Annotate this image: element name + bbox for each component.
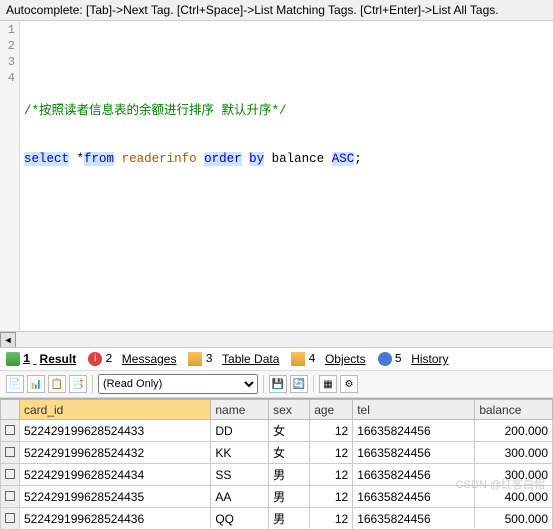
scroll-left-icon[interactable]: ◄ bbox=[0, 332, 16, 348]
grid-icon bbox=[6, 352, 20, 366]
watermark: CSDN @红客白帽 bbox=[456, 476, 545, 492]
filter-button[interactable]: ▦ bbox=[319, 375, 337, 393]
line-gutter: 1 2 3 4 bbox=[0, 21, 20, 331]
row-selector[interactable] bbox=[1, 464, 20, 486]
tab-messages[interactable]: i 2 Messages bbox=[88, 352, 176, 366]
header-row: card_id name sex age tel balance bbox=[1, 400, 553, 420]
col-name[interactable]: name bbox=[211, 400, 269, 420]
refresh-button[interactable]: 🔄 bbox=[290, 375, 308, 393]
copy-grid-button[interactable]: 📑 bbox=[69, 375, 87, 393]
col-sex[interactable]: sex bbox=[269, 400, 310, 420]
row-selector[interactable] bbox=[1, 442, 20, 464]
col-card_id[interactable]: card_id bbox=[20, 400, 211, 420]
objects-icon bbox=[291, 352, 305, 366]
row-selector[interactable] bbox=[1, 508, 20, 530]
separator bbox=[92, 375, 93, 393]
export-csv-button[interactable]: 📊 bbox=[27, 375, 45, 393]
editor-hscrollbar[interactable]: ◄ bbox=[0, 331, 553, 347]
table-row[interactable]: 522429199628524433DD女1216635824456200.00… bbox=[1, 420, 553, 442]
col-tel[interactable]: tel bbox=[353, 400, 475, 420]
info-icon: i bbox=[88, 352, 102, 366]
col-age[interactable]: age bbox=[310, 400, 353, 420]
sql-editor[interactable]: 1 2 3 4 /*按照读者信息表的余额进行排序 默认升序*/ select *… bbox=[0, 21, 553, 331]
table-row[interactable]: 522429199628524436QQ男1216635824456500.00… bbox=[1, 508, 553, 530]
save-button[interactable]: 💾 bbox=[269, 375, 287, 393]
tab-tabledata[interactable]: 3 Table Data bbox=[188, 352, 279, 366]
autocomplete-hint: Autocomplete: [Tab]->Next Tag. [Ctrl+Spa… bbox=[0, 0, 553, 21]
separator bbox=[263, 375, 264, 393]
separator bbox=[313, 375, 314, 393]
row-selector[interactable] bbox=[1, 486, 20, 508]
copy-button[interactable]: 📋 bbox=[48, 375, 66, 393]
sort-button[interactable]: ⚙ bbox=[340, 375, 358, 393]
grid-toolbar: 📄 📊 📋 📑 (Read Only) 💾 🔄 ▦ ⚙ bbox=[0, 370, 553, 398]
sql-comment: /*按照读者信息表的余额进行排序 默认升序*/ bbox=[24, 104, 287, 118]
result-grid[interactable]: card_id name sex age tel balance 5224291… bbox=[0, 398, 553, 530]
corner-cell bbox=[1, 400, 20, 420]
result-tabs: 1 Result i 2 Messages 3 Table Data 4 Obj… bbox=[0, 347, 553, 370]
table-row[interactable]: 522429199628524432KK女1216635824456300.00… bbox=[1, 442, 553, 464]
table-icon bbox=[188, 352, 202, 366]
code-area[interactable]: /*按照读者信息表的余额进行排序 默认升序*/ select *from rea… bbox=[20, 21, 553, 331]
col-balance[interactable]: balance bbox=[475, 400, 553, 420]
history-icon bbox=[378, 352, 392, 366]
edit-mode-select[interactable]: (Read Only) bbox=[98, 374, 258, 394]
export-button[interactable]: 📄 bbox=[6, 375, 24, 393]
tab-objects[interactable]: 4 Objects bbox=[291, 352, 365, 366]
tab-result[interactable]: 1 Result bbox=[6, 352, 76, 366]
row-selector[interactable] bbox=[1, 420, 20, 442]
tab-history[interactable]: 5 History bbox=[378, 352, 449, 366]
